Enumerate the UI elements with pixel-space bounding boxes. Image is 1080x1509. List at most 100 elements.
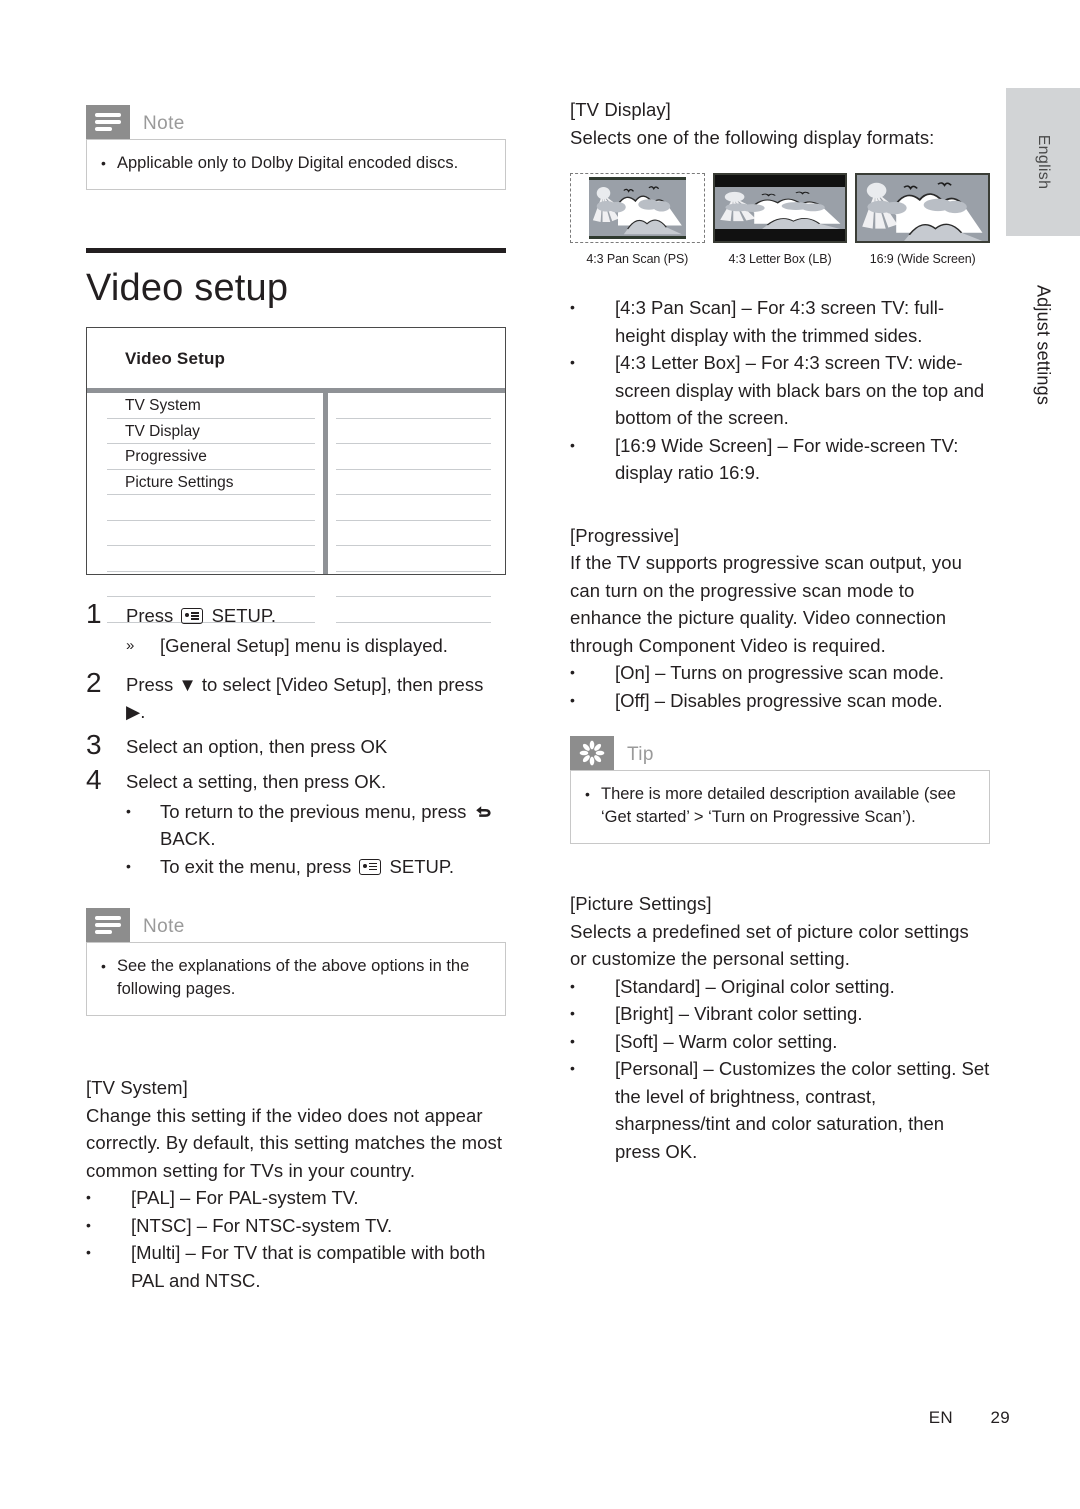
menu-item-progressive[interactable]: Progressive	[87, 444, 323, 470]
menu-item-tv-display[interactable]: TV Display	[87, 419, 323, 445]
note-callout-header: Note	[86, 105, 506, 139]
tip-callout-body: • There is more detailed description ava…	[570, 770, 990, 844]
list-item-text: [PAL] – For PAL-system TV.	[131, 1187, 359, 1208]
progressive-body: If the TV supports progressive scan outp…	[570, 552, 963, 656]
note-title: Note	[143, 916, 185, 937]
menu-item-label: TV System	[125, 397, 201, 414]
scene-artwork	[714, 187, 846, 229]
list-item: • There is more detailed description ava…	[585, 783, 975, 829]
bullet-icon: •	[570, 664, 575, 680]
menu-item-label: TV Display	[125, 422, 200, 440]
step-result-text: [General Setup] menu is displayed.	[160, 635, 448, 656]
letter-box-frame	[712, 173, 848, 243]
arrow-marker: »	[126, 637, 135, 654]
bullet-icon: •	[570, 436, 575, 453]
bullet-icon: •	[126, 802, 131, 819]
figure-caption: 4:3 Letter Box (LB)	[728, 252, 832, 266]
heading-rule	[86, 248, 506, 253]
list-item: • Applicable only to Dolby Digital encod…	[101, 152, 491, 175]
list-item: • [PAL] – For PAL-system TV.	[86, 1184, 506, 1212]
step-2: 2 Press ▼ to select [Video Setup], then …	[86, 666, 506, 726]
note-callout-bottom: Note • See the explanations of the above…	[86, 908, 506, 1016]
list-item-text: [Off] – Disables progressive scan mode.	[615, 689, 943, 711]
step-number: 2	[86, 666, 102, 698]
menu-item-picture-settings[interactable]: Picture Settings	[87, 470, 323, 496]
progressive-section: [Progressive] If the TV supports progres…	[570, 522, 990, 715]
note-lines-icon	[86, 105, 130, 139]
bullet-icon: •	[570, 977, 575, 994]
bullet-icon: •	[570, 1005, 575, 1021]
menu-row-empty	[328, 393, 505, 419]
list-item: • [On] – Turns on progressive scan mode.	[570, 659, 990, 687]
scene-artwork	[857, 175, 989, 241]
tip-callout-header: Tip	[570, 736, 990, 770]
step-4: 4 Select a setting, then press OK.	[86, 763, 506, 796]
section-heading-block: Video setup	[86, 248, 506, 310]
menu-row-empty	[87, 521, 323, 547]
asterisk-glyph	[579, 740, 605, 766]
progressive-heading: [Progressive]	[570, 524, 680, 546]
video-setup-menu-screenshot: Video Setup TV System TV Display Progres…	[86, 327, 506, 623]
tv-display-heading: [TV Display]	[570, 99, 671, 120]
figure-caption: 16:9 (Wide Screen)	[869, 252, 976, 266]
menu-row-empty	[87, 495, 323, 521]
landscape-illustration	[589, 180, 686, 236]
menu-options-column: TV System TV Display Progressive Picture…	[87, 393, 323, 623]
instruction-steps: 1 Press SETUP. » [General Setup] menu is…	[86, 597, 506, 880]
step-number: 4	[86, 763, 102, 795]
back-arrow-icon	[475, 800, 493, 817]
bullet-icon: •	[126, 857, 131, 874]
bullet-icon: •	[570, 691, 575, 708]
picture-settings-bullets: • [Standard] – Original color setting. •…	[570, 973, 990, 1166]
list-item-text: [4:3 Letter Box] – For 4:3 screen TV: wi…	[615, 352, 985, 428]
step-note-text: To return to the previous menu, press BA…	[160, 798, 506, 853]
bullet-icon: •	[86, 1189, 91, 1205]
menu-row-empty	[328, 546, 505, 572]
list-item-text: [4:3 Pan Scan] – For 4:3 screen TV: full…	[615, 297, 945, 346]
step-3: 3 Select an option, then press OK	[86, 728, 506, 761]
menu-title: Video Setup	[125, 349, 226, 368]
list-item: • [Personal] – Customizes the color sett…	[570, 1055, 990, 1165]
step-note-after: BACK.	[160, 828, 216, 849]
bullet-icon: •	[86, 1244, 91, 1260]
menu-row-empty	[87, 572, 323, 598]
list-item: • [16:9 Wide Screen] – For wide-screen T…	[570, 432, 990, 487]
bullet-icon: •	[101, 958, 106, 974]
note-callout-body: • Applicable only to Dolby Digital encod…	[86, 139, 506, 190]
list-item-text: [Multi] – For TV that is compatible with…	[131, 1242, 486, 1291]
footer-language-code: EN	[928, 1408, 953, 1427]
sidebar-tab-language-label: English	[1035, 134, 1052, 190]
progressive-bullets: • [On] – Turns on progressive scan mode.…	[570, 659, 990, 714]
list-item-text: [Standard] – Original color setting.	[615, 975, 895, 997]
menu-grid: TV System TV Display Progressive Picture…	[87, 393, 505, 623]
list-item: • [Standard] – Original color setting.	[570, 973, 990, 1001]
menu-item-tv-system[interactable]: TV System	[87, 393, 323, 419]
menu-item-label: Progressive	[125, 448, 207, 465]
tv-display-figures: 4:3 Pan Scan (PS) 4:3 Letter Box (LB) 16…	[570, 173, 991, 266]
note-item-text: See the explanations of the above option…	[117, 957, 470, 998]
bullet-icon: •	[570, 354, 575, 370]
figure-caption: 4:3 Pan Scan (PS)	[586, 252, 689, 266]
page-title: Video setup	[86, 267, 289, 309]
menu-row-empty	[328, 419, 505, 445]
list-item: • See the explanations of the above opti…	[101, 955, 491, 1001]
sidebar-tab-chapter: Adjust settings	[1006, 255, 1080, 435]
list-item-text: [16:9 Wide Screen] – For wide-screen TV:…	[615, 434, 959, 484]
tv-display-bullets: • [4:3 Pan Scan] – For 4:3 screen TV: fu…	[570, 294, 990, 487]
menu-row-empty	[328, 444, 505, 470]
step-number: 3	[86, 728, 102, 760]
menu-row-empty	[87, 546, 323, 572]
tv-system-section: [TV System] Change this setting if the v…	[86, 1074, 506, 1294]
step-text: Select a setting, then press OK.	[126, 770, 387, 792]
list-item-text: [On] – Turns on progressive scan mode.	[615, 662, 945, 683]
menu-values-column	[328, 393, 505, 623]
note-callout-header: Note	[86, 908, 506, 942]
menu-row-empty	[328, 597, 505, 623]
tip-item-text: There is more detailed description avail…	[601, 785, 956, 826]
setup-icon	[359, 858, 382, 875]
figure-wide-screen: 16:9 (Wide Screen)	[855, 173, 991, 266]
tv-system-heading: [TV System]	[86, 1077, 188, 1098]
picture-settings-section: [Picture Settings] Selects a predefined …	[570, 890, 990, 1165]
list-item: • [Off] – Disables progressive scan mode…	[570, 687, 990, 715]
list-item: • [4:3 Letter Box] – For 4:3 screen TV: …	[570, 349, 990, 432]
